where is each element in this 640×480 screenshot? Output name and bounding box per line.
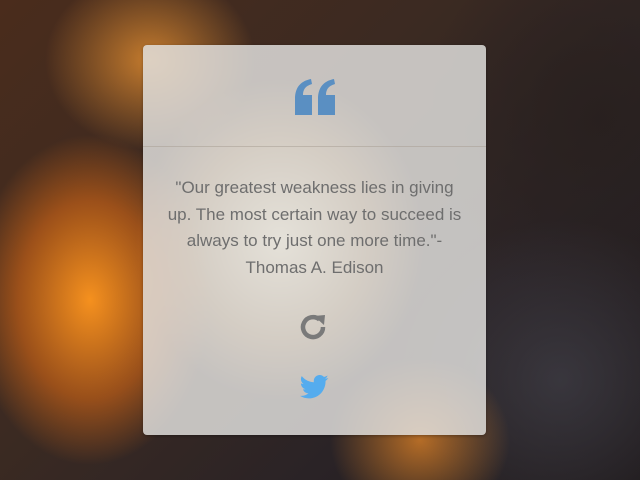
tweet-quote-button[interactable] (300, 375, 329, 399)
quote-card: "Our greatest weakness lies in giving up… (143, 45, 486, 435)
new-quote-button[interactable] (299, 312, 329, 342)
quote-text: "Our greatest weakness lies in giving up… (167, 178, 462, 277)
refresh-icon (300, 314, 326, 340)
quote-left-icon (293, 79, 337, 117)
quote-card-header (143, 45, 486, 147)
twitter-icon (300, 375, 329, 399)
